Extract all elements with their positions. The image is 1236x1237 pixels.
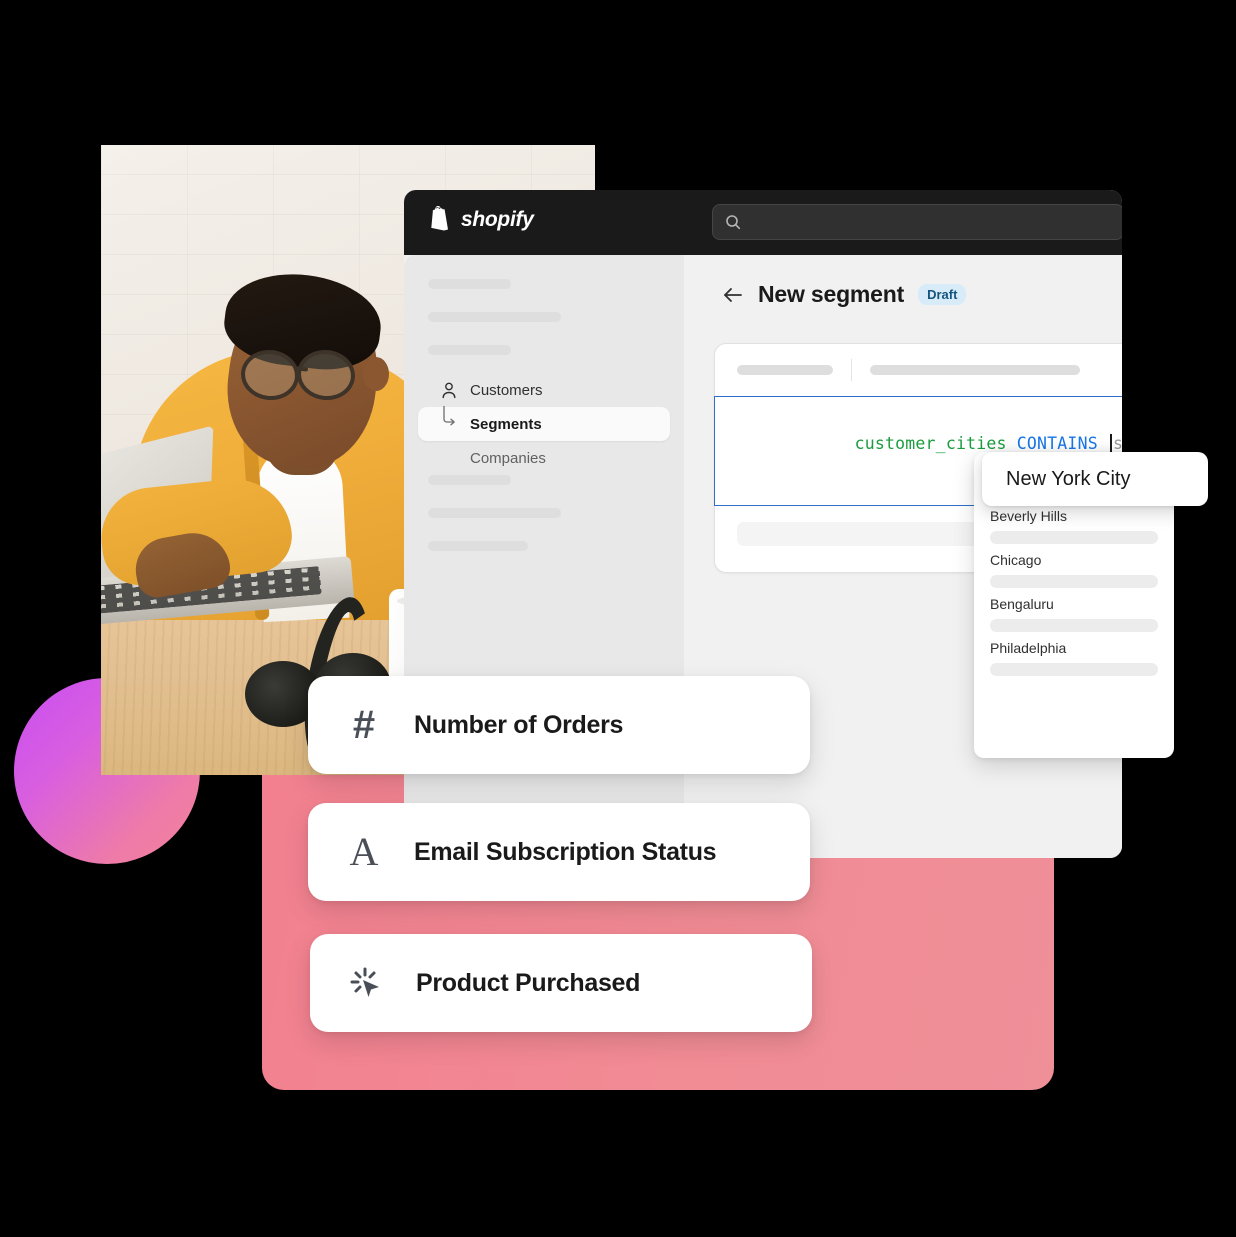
dropdown-option[interactable]: Philadelphia (990, 640, 1158, 676)
dropdown-option-label: Beverly Hills (990, 508, 1068, 524)
dropdown-option-placeholder (990, 575, 1158, 588)
dropdown-selected-label: New York City (1006, 467, 1131, 490)
dropdown-option-label: Bengaluru (990, 596, 1054, 612)
sidebar-placeholder-4 (428, 475, 511, 485)
sidebar-item-customers[interactable]: Customers (418, 373, 670, 407)
attribute-card[interactable]: Product Purchased (310, 934, 812, 1032)
query-value-placeholder: search city (1112, 434, 1122, 453)
corner-arrow-icon (440, 406, 458, 433)
dropdown-option-label: Philadelphia (990, 640, 1067, 656)
query-operator-token: CONTAINS (1016, 434, 1098, 453)
dropdown-option[interactable]: Chicago (990, 552, 1158, 588)
photo-person-ear (363, 357, 389, 391)
hash-icon: # (352, 703, 376, 747)
dropdown-option[interactable]: Bengaluru (990, 596, 1158, 632)
sidebar-placeholder-2 (428, 312, 561, 322)
global-search-input[interactable] (749, 214, 1111, 230)
shopify-logo[interactable]: shopify (428, 206, 534, 233)
text-caret (1109, 434, 1112, 453)
sidebar-item-companies[interactable]: Companies (418, 441, 670, 475)
letter-a-icon: A (349, 829, 379, 874)
sidebar-placeholder-3 (428, 345, 511, 355)
dropdown-option-label: Chicago (990, 552, 1042, 568)
sidebar-item-label: Segments (470, 415, 542, 433)
sidebar-item-label: Companies (470, 449, 546, 467)
attribute-card[interactable]: # Number of Orders (308, 676, 810, 774)
back-arrow-icon[interactable] (722, 284, 744, 306)
toolbar-placeholder-1 (737, 365, 833, 375)
sidebar-placeholder-6 (428, 541, 528, 551)
query-toolbar (715, 344, 1122, 396)
sidebar-placeholder-5 (428, 508, 561, 518)
dropdown-option-placeholder (990, 619, 1158, 632)
attribute-card-label: Product Purchased (416, 968, 641, 997)
dropdown-option[interactable]: Beverly Hills (990, 508, 1158, 544)
dropdown-selected-option[interactable]: New York City (982, 452, 1208, 506)
top-bar: shopify (404, 190, 1122, 255)
page-header: New segment Draft (722, 281, 967, 308)
brand-name: shopify (461, 207, 534, 231)
attribute-card[interactable]: A Email Subscription Status (308, 803, 810, 901)
attribute-card-label: Email Subscription Status (414, 837, 717, 866)
status-badge: Draft (918, 283, 967, 306)
composition-stage: shopify Customers Segments Companies New… (0, 0, 1236, 1237)
sidebar-placeholder-1 (428, 279, 511, 289)
sidebar-item-label: Customers (470, 381, 543, 399)
cursor-click-icon (346, 963, 386, 1003)
query-field-token: customer_cities (854, 434, 1007, 453)
toolbar-divider (851, 359, 852, 381)
attribute-card-label: Number of Orders (414, 710, 624, 739)
toolbar-placeholder-2 (870, 365, 1080, 375)
dropdown-option-placeholder (990, 663, 1158, 676)
page-title: New segment (758, 281, 905, 307)
sidebar-icon-spacer (440, 449, 458, 467)
search-icon (726, 215, 741, 230)
sidebar-item-segments[interactable]: Segments (418, 406, 670, 441)
dropdown-option-placeholder (990, 531, 1158, 544)
global-search-bar[interactable] (712, 204, 1122, 240)
shopify-bag-icon (431, 206, 448, 231)
person-icon (440, 381, 458, 399)
